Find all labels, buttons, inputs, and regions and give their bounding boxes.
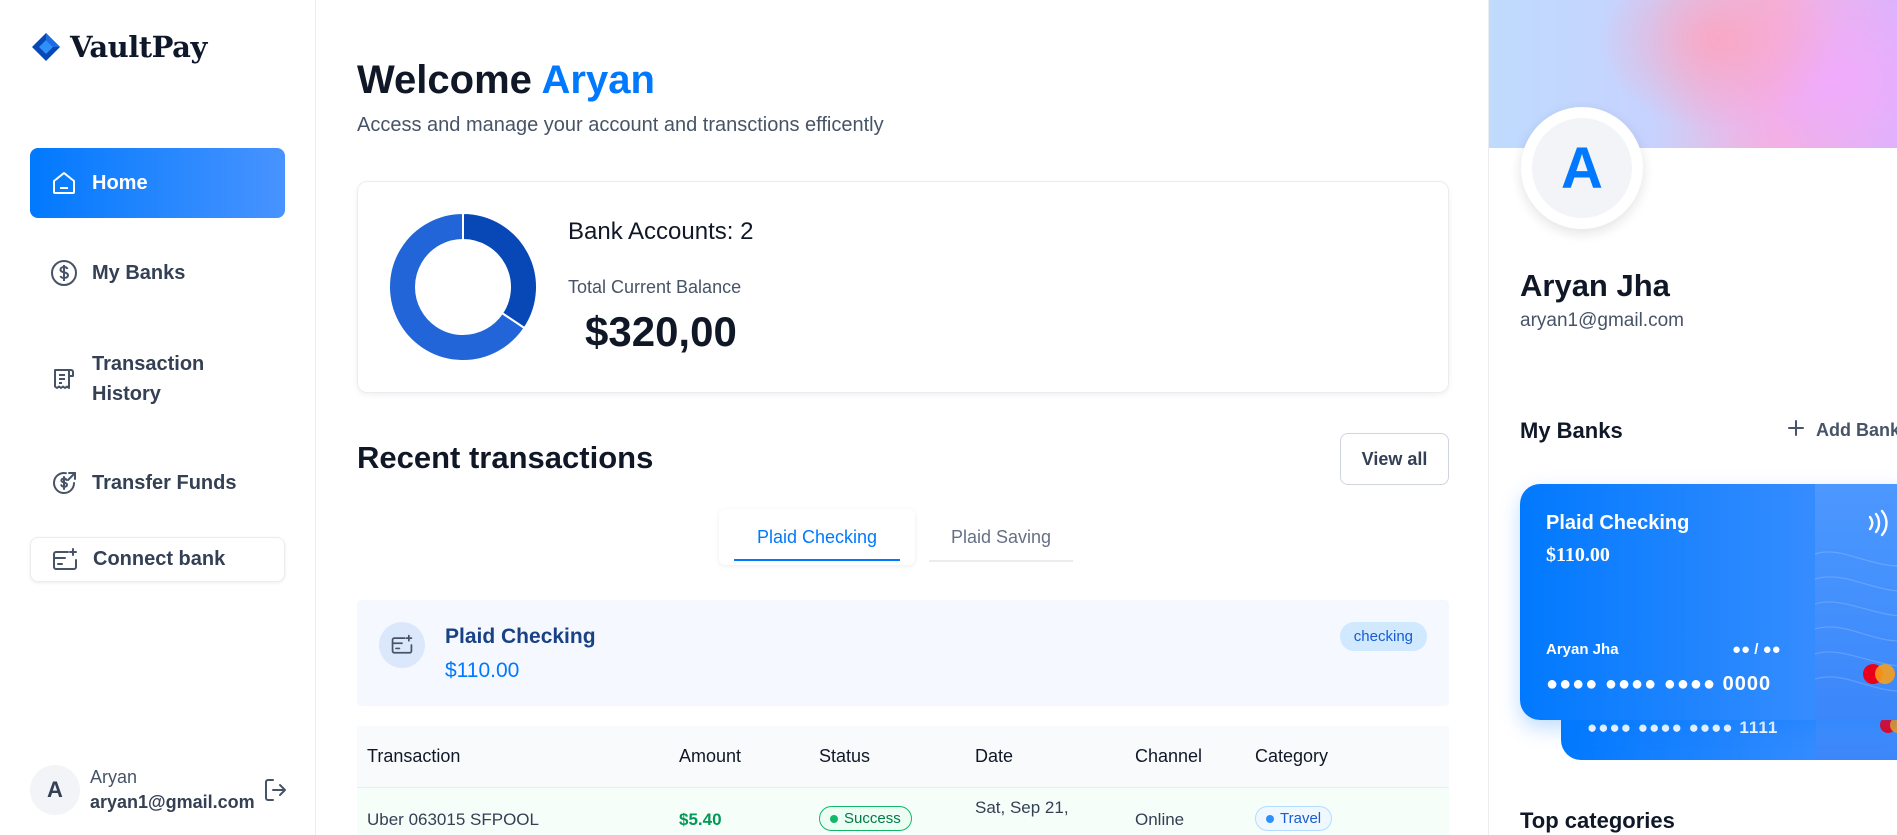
table-row[interactable]: Uber 063015 SFPOOL $5.40 Success Sat, Se… xyxy=(357,787,1449,835)
footer-user-email: aryan1@gmail.com xyxy=(90,792,255,812)
receipt-icon xyxy=(50,365,78,393)
sidebar-item-label: Home xyxy=(92,171,148,194)
sidebar-item-connect-bank[interactable]: Connect bank xyxy=(30,537,285,582)
donut-slice-1 xyxy=(462,212,538,330)
plus-icon xyxy=(1786,418,1806,443)
profile-avatar-initial: A xyxy=(1532,118,1632,218)
card-bank-name: Plaid Checking xyxy=(1546,512,1690,534)
card-plus-icon xyxy=(51,546,79,574)
profile-panel: A Aryan Jha aryan1@gmail.com My Banks Ad… xyxy=(1488,0,1897,835)
card-balance: $110.00 xyxy=(1546,544,1610,566)
sidebar-item-home[interactable]: Home xyxy=(30,148,285,218)
status-cell: Success xyxy=(819,806,912,831)
transaction-channel: Online xyxy=(1135,810,1185,829)
total-balance-card: Bank Accounts: 2 Total Current Balance $… xyxy=(357,181,1449,393)
sidebar-item-label: My Banks xyxy=(92,261,186,284)
logout-icon[interactable] xyxy=(262,776,290,804)
column-header: Date xyxy=(975,746,1014,766)
sidebar-item-transfer-funds[interactable]: Transfer Funds xyxy=(30,462,285,504)
profile-email: aryan1@gmail.com xyxy=(1520,310,1684,331)
total-balance-value: $320,00 xyxy=(585,308,737,355)
profile-name: Aryan Jha xyxy=(1520,268,1670,303)
add-bank-button[interactable]: Add Bank xyxy=(1786,418,1897,443)
table-header: Transaction Amount Status Date Channel C… xyxy=(357,726,1449,787)
user-footer: A Aryan aryan1@gmail.com xyxy=(30,762,290,818)
view-all-button[interactable]: View all xyxy=(1340,433,1449,485)
sidebar: VaultPay Home My Banks Transaction Histo… xyxy=(0,0,316,835)
account-type-badge: checking xyxy=(1339,622,1427,651)
transactions-table: Transaction Amount Status Date Channel C… xyxy=(357,726,1449,835)
tab-plaid-saving[interactable]: Plaid Saving xyxy=(929,509,1073,565)
main-content: Welcome Aryan Access and manage your acc… xyxy=(317,0,1487,835)
add-bank-label: Add Bank xyxy=(1816,420,1897,440)
vaultpay-logo-icon xyxy=(32,33,60,61)
bank-card-checking[interactable]: Plaid Checking $110.00 Aryan Jha ●● / ●●… xyxy=(1520,484,1897,720)
footer-user-name: Aryan xyxy=(90,767,138,787)
my-banks-title: My Banks xyxy=(1520,418,1623,443)
transfer-dollar-icon xyxy=(50,469,78,497)
card-holder-name: Aryan Jha xyxy=(1546,641,1619,658)
balance-donut-chart xyxy=(388,212,538,362)
mastercard-icon xyxy=(1863,664,1895,684)
logo[interactable]: VaultPay xyxy=(30,30,207,64)
total-balance-label: Total Current Balance xyxy=(568,277,742,297)
sidebar-item-label: Transfer Funds xyxy=(92,471,237,494)
page-title: Welcome Aryan xyxy=(357,58,655,103)
contactless-icon xyxy=(1868,509,1888,537)
home-icon xyxy=(50,169,78,197)
greeting-text: Welcome xyxy=(357,58,532,102)
greeting-user-name: Aryan xyxy=(541,58,655,102)
recent-transactions-title: Recent transactions xyxy=(357,440,654,475)
account-name: Plaid Checking xyxy=(445,625,596,648)
card-expiry: ●● / ●● xyxy=(1732,641,1781,658)
column-header: Channel xyxy=(1135,746,1203,766)
column-header: Amount xyxy=(679,746,742,766)
column-header: Transaction xyxy=(367,746,461,766)
bank-accounts-count: Bank Accounts: 2 xyxy=(568,218,754,245)
top-categories-title: Top categories xyxy=(1520,808,1675,833)
profile-avatar[interactable]: A xyxy=(1521,107,1643,229)
card-number: ●●●● ●●●● ●●●● 0000 xyxy=(1546,673,1772,695)
card-plus-icon xyxy=(379,622,425,668)
page-subtitle: Access and manage your account and trans… xyxy=(357,114,884,136)
sidebar-item-my-banks[interactable]: My Banks xyxy=(30,252,285,294)
sidebar-item-label: Connect bank xyxy=(93,548,226,570)
transaction-date: Sat, Sep 21, xyxy=(975,798,1069,817)
transaction-amount: $5.40 xyxy=(679,810,722,829)
card-number: ●●●● ●●●● ●●●● 1111 xyxy=(1587,718,1779,737)
column-header: Status xyxy=(819,746,871,766)
sidebar-item-transaction-history[interactable]: Transaction History xyxy=(30,346,285,412)
dollar-circle-icon xyxy=(50,259,78,287)
selected-account-info: Plaid Checking $110.00 checking xyxy=(357,600,1449,706)
app-name: VaultPay xyxy=(70,30,207,64)
sidebar-item-label: Transaction History xyxy=(92,353,205,405)
tab-plaid-checking[interactable]: Plaid Checking xyxy=(719,509,915,565)
transaction-name: Uber 063015 SFPOOL xyxy=(367,810,539,829)
avatar[interactable]: A xyxy=(30,765,80,815)
category-badge: Travel xyxy=(1255,806,1333,831)
status-badge: Success xyxy=(819,806,912,831)
account-balance: $110.00 xyxy=(445,659,520,682)
category-cell: Travel xyxy=(1255,806,1333,831)
column-header: Category xyxy=(1255,746,1329,766)
